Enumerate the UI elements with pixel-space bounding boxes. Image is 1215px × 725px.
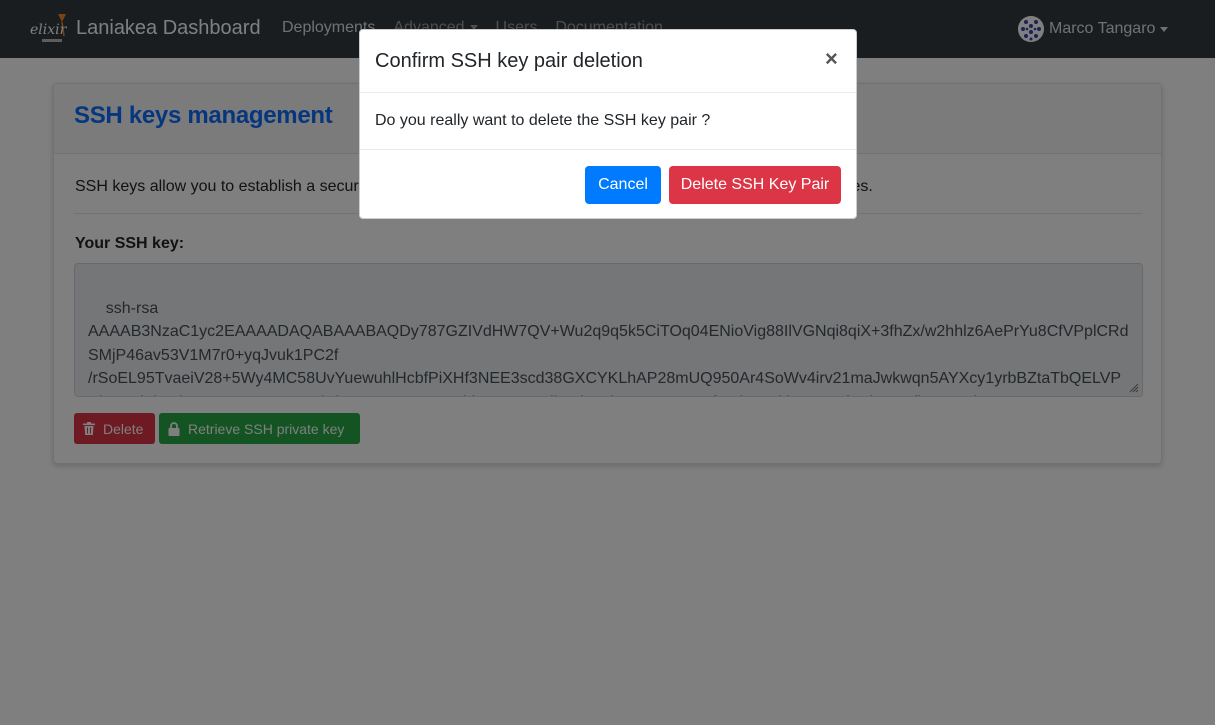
cancel-button[interactable]: Cancel <box>585 166 661 204</box>
modal-body: Do you really want to delete the SSH key… <box>360 93 856 150</box>
modal-header: Confirm SSH key pair deletion × <box>360 30 856 93</box>
close-icon[interactable]: × <box>825 48 838 70</box>
delete-ssh-key-pair-button[interactable]: Delete SSH Key Pair <box>669 166 841 204</box>
confirm-delete-modal: Confirm SSH key pair deletion × Do you r… <box>359 29 857 219</box>
modal-message: Do you really want to delete the SSH key… <box>375 112 711 129</box>
modal-title: Confirm SSH key pair deletion <box>375 50 643 72</box>
